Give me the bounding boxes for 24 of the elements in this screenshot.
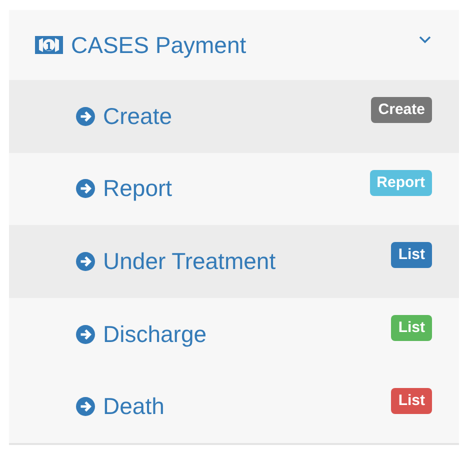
label-badge: List	[391, 242, 432, 268]
item-label: Report	[103, 175, 174, 202]
arrow-circle-icon	[76, 324, 95, 344]
item-label: Under Treatment	[103, 248, 277, 275]
item-label: Discharge	[103, 320, 208, 348]
chevron-icon	[418, 34, 432, 44]
label-badge: Create	[371, 97, 432, 124]
banknote-icon	[35, 36, 63, 54]
item-label: Death	[103, 393, 166, 420]
arrow-circle-icon	[76, 106, 95, 126]
submenu-item[interactable]: Discharge List	[9, 298, 459, 370]
menu-title: CASES Payment	[71, 32, 248, 58]
submenu-item[interactable]: Death List	[9, 370, 459, 443]
menu-header[interactable]: CASES Payment	[9, 10, 459, 80]
submenu-item[interactable]: Report Report	[9, 152, 459, 226]
arrow-circle-icon	[76, 397, 95, 416]
submenu-item[interactable]: Create Create	[9, 80, 459, 153]
arrow-circle-icon	[76, 179, 95, 198]
label-badge: Report	[370, 170, 432, 196]
label-badge: List	[391, 315, 432, 342]
submenu-item[interactable]: Under Treatment List	[9, 225, 459, 298]
item-label: Create	[103, 102, 174, 130]
label-badge: List	[391, 388, 432, 414]
arrow-circle-icon	[76, 252, 95, 271]
